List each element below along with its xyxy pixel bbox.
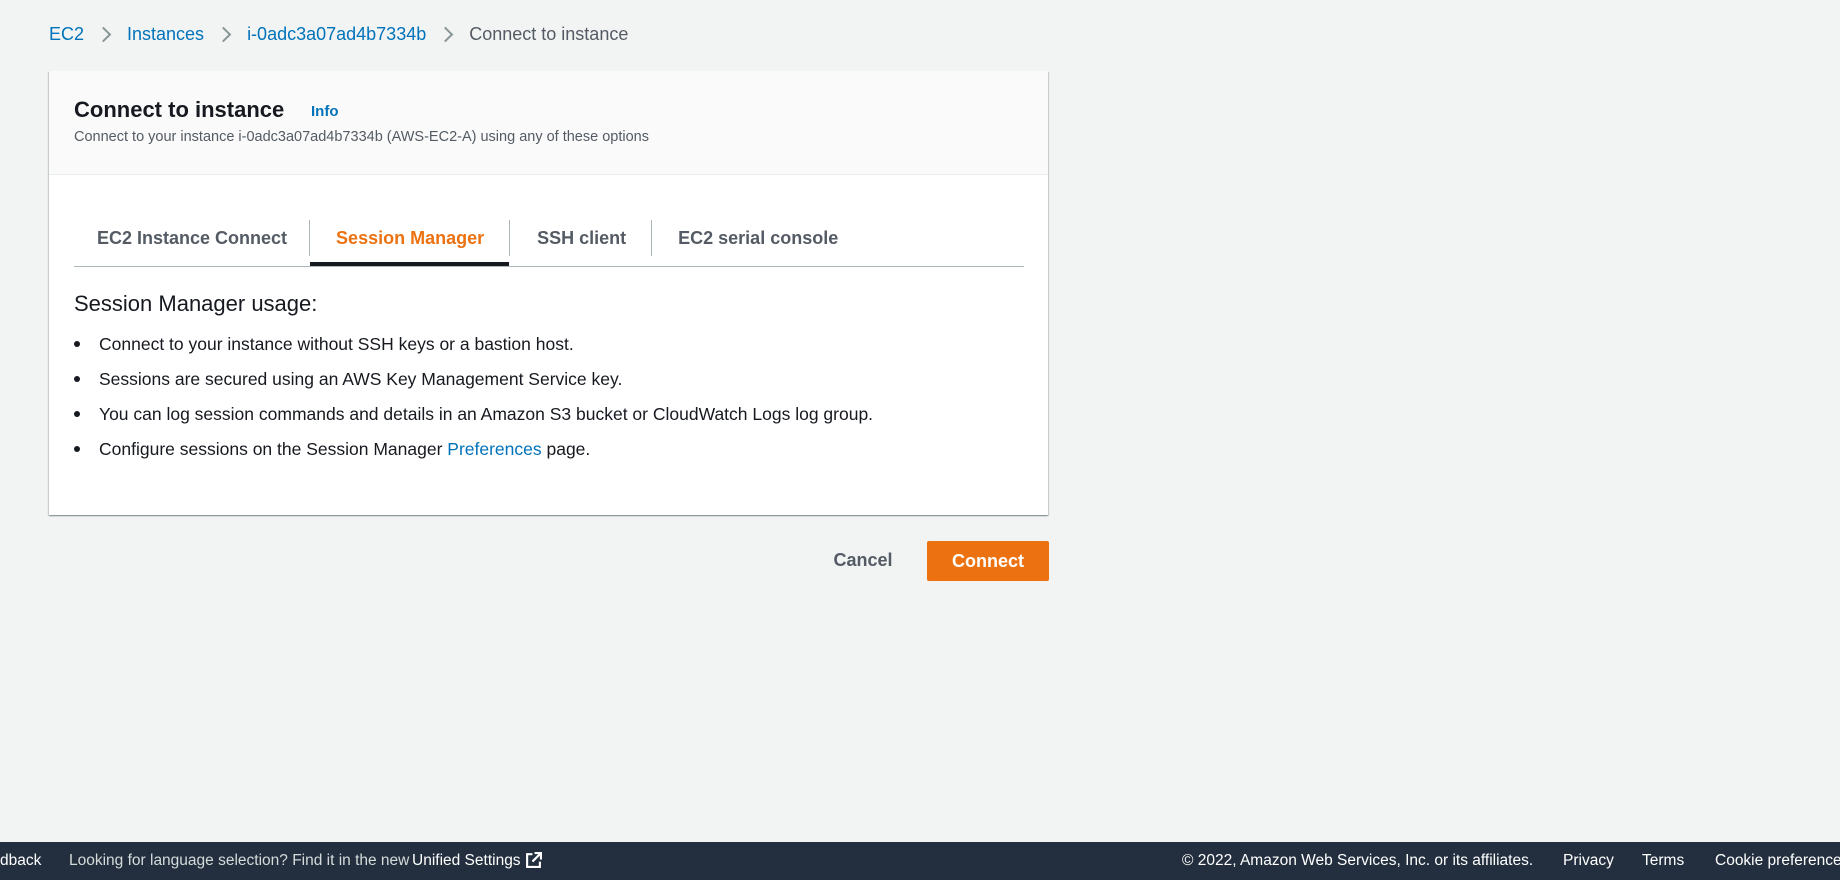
bullet-icon (74, 411, 80, 417)
bullet-icon (74, 341, 80, 347)
feedback-link[interactable]: dback (0, 852, 41, 870)
chevron-right-icon (215, 26, 232, 43)
language-prompt: Looking for language selection? Find it … (69, 852, 410, 869)
copyright-text: © 2022, Amazon Web Services, Inc. or its… (1182, 852, 1534, 869)
tab-ec2-instance-connect[interactable]: EC2 Instance Connect (74, 211, 309, 265)
footer: dback Looking for language selection? Fi… (0, 842, 1840, 880)
tab-ec2-serial-console[interactable]: EC2 serial console (652, 211, 863, 265)
unified-settings-label: Unified Settings (412, 852, 521, 869)
list-item-text: Connect to your instance without SSH key… (99, 334, 574, 354)
connect-button[interactable]: Connect (927, 541, 1049, 581)
list-item: Connect to your instance without SSH key… (74, 332, 873, 367)
list-item-text: You can log session commands and details… (99, 404, 874, 424)
breadcrumb-ec2[interactable]: EC2 (49, 24, 84, 45)
panel-header: Connect to instance Info Connect to your… (49, 71, 1048, 175)
bullet-icon (74, 446, 80, 452)
list-item-prefix: Configure sessions on the Session Manage… (99, 439, 448, 459)
chevron-right-icon (95, 26, 112, 43)
list-item-suffix: page. (541, 439, 591, 459)
page-title: Connect to instance (74, 97, 285, 122)
unified-settings-link[interactable]: Unified Settings (412, 852, 542, 870)
usage-list: Connect to your instance without SSH key… (74, 332, 873, 472)
breadcrumb: EC2 Instances i-0adc3a07ad4b7334b Connec… (49, 24, 628, 45)
privacy-link[interactable]: Privacy (1563, 852, 1614, 870)
list-item-text: Sessions are secured using an AWS Key Ma… (99, 369, 623, 389)
breadcrumb-instance-id[interactable]: i-0adc3a07ad4b7334b (247, 24, 426, 45)
list-item: Configure sessions on the Session Manage… (74, 437, 873, 472)
cookie-preferences-link[interactable]: Cookie preferences (1715, 852, 1840, 870)
usage-heading: Session Manager usage: (74, 291, 318, 316)
bullet-icon (74, 376, 80, 382)
cancel-button[interactable]: Cancel (830, 541, 896, 579)
panel-description: Connect to your instance i-0adc3a07ad4b7… (74, 129, 649, 145)
info-link[interactable]: Info (311, 103, 339, 120)
tab-ssh-client[interactable]: SSH client (510, 211, 651, 265)
chevron-right-icon (437, 26, 454, 43)
tab-session-manager[interactable]: Session Manager (310, 211, 510, 266)
tab-bar: EC2 Instance Connect Session Manager SSH… (74, 211, 1024, 267)
terms-link[interactable]: Terms (1642, 852, 1684, 870)
external-link-icon (525, 852, 542, 869)
breadcrumb-instances[interactable]: Instances (127, 24, 204, 45)
list-item: Sessions are secured using an AWS Key Ma… (74, 367, 873, 402)
preferences-link[interactable]: Preferences (447, 439, 541, 459)
breadcrumb-current: Connect to instance (469, 24, 629, 44)
list-item: You can log session commands and details… (74, 402, 873, 437)
connect-panel: Connect to instance Info Connect to your… (49, 71, 1048, 515)
